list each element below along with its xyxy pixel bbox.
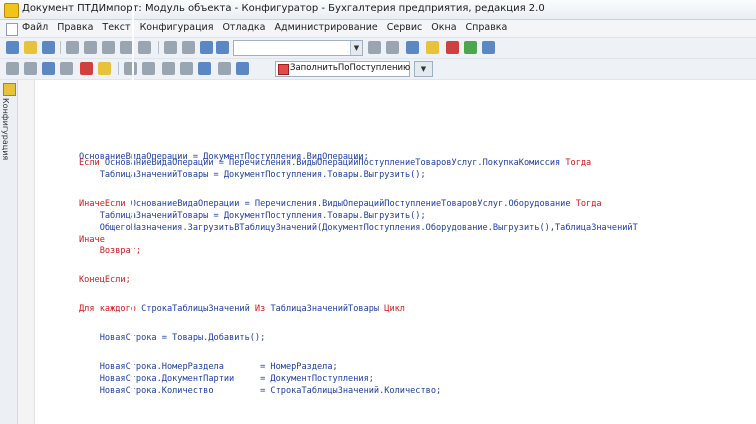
code-identifier: ОснованиеВидаОперации = Перечисления.Вид… xyxy=(130,199,576,209)
bookmark-icon[interactable] xyxy=(6,62,19,75)
code-line: НоваяСтрока.ДокументПартии = ДокументПос… xyxy=(79,374,374,384)
document-menu-icon[interactable] xyxy=(6,23,18,36)
screen-artifact xyxy=(132,0,134,424)
code-line: ИначеЕсли ОснованиеВидаОперации = Перечи… xyxy=(79,199,602,209)
code-keyword: КонецЕсли; xyxy=(79,275,131,285)
code-line: Иначе xyxy=(79,235,105,245)
code-identifier: ТаблицаЗначенийТовары = ДокументПоступле… xyxy=(79,170,426,180)
code-keyword: Цикл xyxy=(384,304,405,314)
code-identifier: НоваяСтрока.ДокументПартии = ДокументПос… xyxy=(79,374,374,384)
code-identifier: ТаблицаЗначенийТовары = ДокументПоступле… xyxy=(79,211,426,221)
grid-icon[interactable] xyxy=(60,62,73,75)
save-icon[interactable] xyxy=(42,41,55,54)
module-icon[interactable] xyxy=(42,62,55,75)
open-folder-icon[interactable] xyxy=(24,41,37,54)
code-keyword: ИначеЕсли xyxy=(79,199,131,209)
code-line: КонецЕсли; xyxy=(79,275,131,285)
new-file-icon[interactable] xyxy=(6,41,19,54)
code-line: НоваяСтрока.НомерРаздела = НомерРаздела; xyxy=(79,362,338,372)
app-logo-icon xyxy=(4,3,19,18)
code-line: Для каждого СтрокаТаблицыЗначений Из Таб… xyxy=(79,304,405,314)
sidebar-tab-configuration[interactable]: Конфигурация xyxy=(1,98,10,160)
code-identifier: СтрокаТаблицыЗначений xyxy=(141,304,255,314)
code-identifier: ОснованиеВидаОперации = Перечисления.Вид… xyxy=(104,158,566,168)
code-identifier: НоваяСтрока.НомерРаздела = НомерРаздела; xyxy=(79,362,338,372)
code-keyword: Из xyxy=(254,304,271,314)
code-keyword: Тогда xyxy=(575,199,602,209)
code-keyword: Иначе xyxy=(79,235,105,245)
code-identifier: НоваяСтрока = Товары.Добавить(); xyxy=(79,333,266,343)
toolbar-separator xyxy=(60,41,61,54)
code-keyword: Если xyxy=(79,158,105,168)
configuration-icon[interactable] xyxy=(3,83,16,96)
code-editor[interactable]: ОснованиеВидаОперации = ДокументПоступле… xyxy=(79,0,756,424)
menu-file[interactable]: Файл xyxy=(22,22,48,33)
config-sidebar: Конфигурация xyxy=(0,80,18,424)
code-identifier: ОбщегоНазначения.ЗагрузитьВТаблицуЗначен… xyxy=(79,223,638,233)
list-icon[interactable] xyxy=(24,62,37,75)
code-line: НоваяСтрока = Товары.Добавить(); xyxy=(79,333,266,343)
code-keyword: Тогда xyxy=(565,158,592,168)
code-line: ТаблицаЗначенийТовары = ДокументПоступле… xyxy=(79,170,426,180)
code-line: ТаблицаЗначенийТовары = ДокументПоступле… xyxy=(79,211,426,221)
code-line: Если ОснованиеВидаОперации = Перечислени… xyxy=(79,158,591,168)
cut-icon[interactable] xyxy=(66,41,79,54)
code-identifier: ТаблицаЗначенийТовары xyxy=(270,304,385,314)
code-line: ОбщегоНазначения.ЗагрузитьВТаблицуЗначен… xyxy=(79,223,638,233)
code-gutter xyxy=(18,80,35,424)
